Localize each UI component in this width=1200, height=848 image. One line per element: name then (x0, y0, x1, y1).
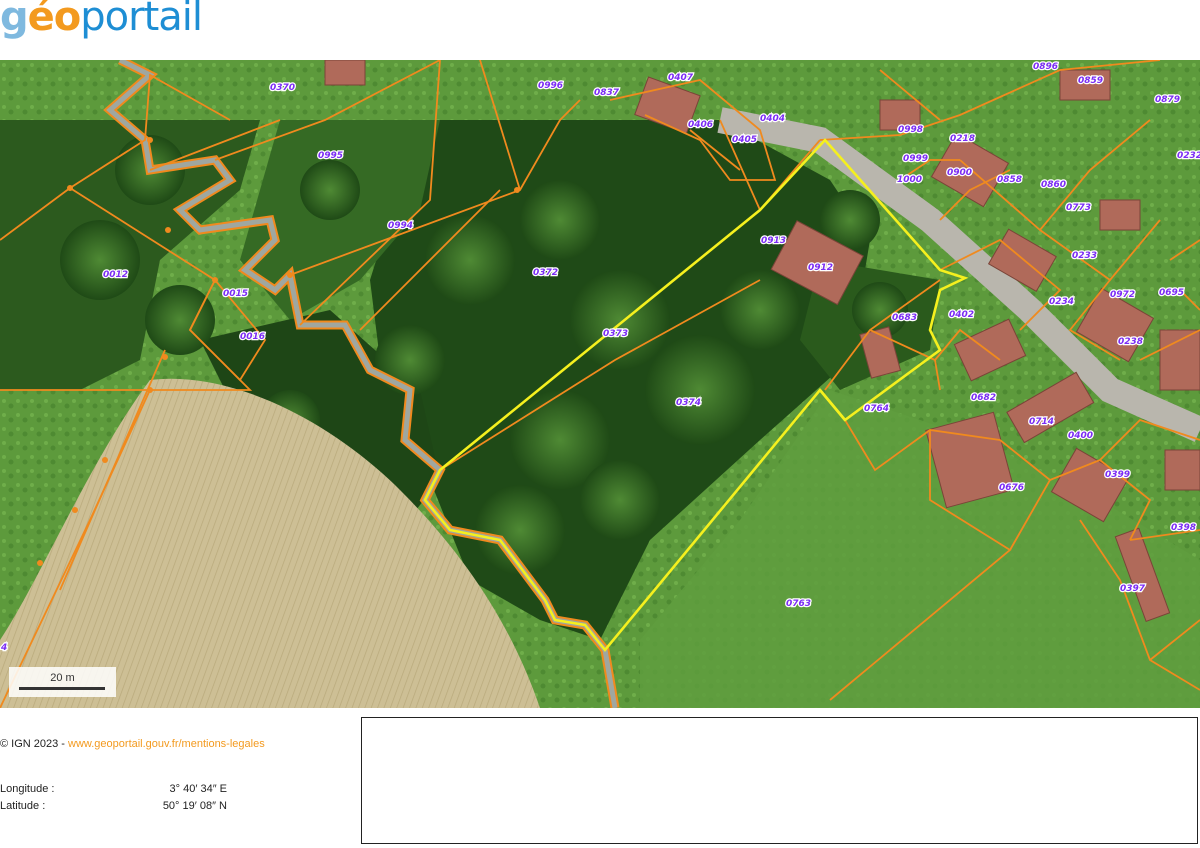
parcel-label: 0900 (947, 168, 972, 178)
parcel-label: 0398 (1171, 523, 1196, 533)
parcel-label: 0999 (903, 154, 928, 164)
parcel-label: 0407 (668, 73, 694, 83)
parcel-label: 0012 (103, 270, 128, 280)
parcel-label: 0374 (676, 398, 701, 408)
parcel-label: 0015 (223, 289, 248, 299)
parcel-label: 1000 (897, 175, 922, 185)
latitude-value: 50° 19′ 08″ N (162, 800, 227, 812)
parcel-label: 0373 (603, 329, 628, 339)
parcel-label: 0913 (761, 236, 786, 246)
parcel-label: 0372 (533, 268, 558, 278)
parcel-label: 0232 (1177, 151, 1200, 161)
logo-letter-e: é (27, 0, 55, 40)
parcel-label: 0233 (1072, 251, 1097, 261)
header: géoportail (0, 0, 1200, 60)
parcel-label: 0404 (760, 114, 785, 124)
logo-letter-g: g (0, 0, 29, 40)
parcel-label: 0837 (594, 88, 620, 98)
copyright-text: © IGN 2023 - (0, 738, 69, 750)
parcel-label: 0879 (1155, 95, 1180, 105)
latitude-label: Latitude : (0, 800, 46, 812)
longitude-value: 3° 40′ 34″ E (169, 783, 227, 795)
parcel-label: 0399 (1105, 470, 1130, 480)
parcel-label: 0400 (1068, 431, 1093, 441)
parcel-label: 0714 (1029, 417, 1054, 427)
legal-notice-link[interactable]: www.geoportail.gouv.fr/mentions-legales (68, 738, 265, 750)
parcel-label: 0682 (971, 393, 996, 403)
parcel-label: 0218 (950, 134, 975, 144)
parcel-label: 0998 (898, 125, 923, 135)
parcel-label: 0996 (538, 81, 563, 91)
parcel-label: 0406 (688, 120, 713, 130)
parcel-label: 0695 (1159, 288, 1184, 298)
copyright-notice: © IGN 2023 - www.geoportail.gouv.fr/ment… (0, 738, 265, 750)
parcel-label: 0858 (997, 175, 1022, 185)
parcel-label: 0972 (1110, 290, 1135, 300)
geoportail-logo[interactable]: géoportail (0, 0, 203, 40)
longitude-label: Longitude : (0, 783, 55, 795)
parcel-label: 0234 (1049, 297, 1074, 307)
parcel-label: 0397 (1120, 584, 1146, 594)
logo-text-rest: portail (80, 0, 203, 40)
parcel-label: 0896 (1033, 62, 1058, 72)
parcel-label: 0016 (240, 332, 265, 342)
notes-box (361, 717, 1198, 844)
parcel-label: 0370 (270, 83, 295, 93)
parcel-label: 0402 (949, 310, 974, 320)
parcel-label: 0912 (808, 263, 833, 273)
parcel-label: 0860 (1041, 180, 1066, 190)
scale-bar: 20 m (9, 667, 116, 697)
aerial-map-view[interactable]: 0370 0995 0996 0837 0407 0406 0405 0404 … (0, 60, 1200, 708)
parcel-label: 4 (0, 643, 7, 653)
parcel-label: 0238 (1118, 337, 1143, 347)
parcel-label: 0764 (864, 404, 889, 414)
parcel-label: 0405 (732, 135, 757, 145)
parcel-label: 0994 (388, 221, 413, 231)
logo-letter-o: o (53, 0, 82, 40)
scale-label: 20 m (50, 672, 75, 684)
map-canvas[interactable]: 0370 0995 0996 0837 0407 0406 0405 0404 … (0, 60, 1200, 708)
parcel-label: 0683 (892, 313, 917, 323)
parcel-label: 0676 (999, 483, 1024, 493)
parcel-label: 0773 (1066, 203, 1091, 213)
parcel-label: 0859 (1078, 76, 1103, 86)
parcel-label: 0995 (318, 151, 343, 161)
parcel-label: 0763 (786, 599, 811, 609)
scale-bar-line (19, 687, 105, 690)
footer: © IGN 2023 - www.geoportail.gouv.fr/ment… (0, 708, 1200, 848)
